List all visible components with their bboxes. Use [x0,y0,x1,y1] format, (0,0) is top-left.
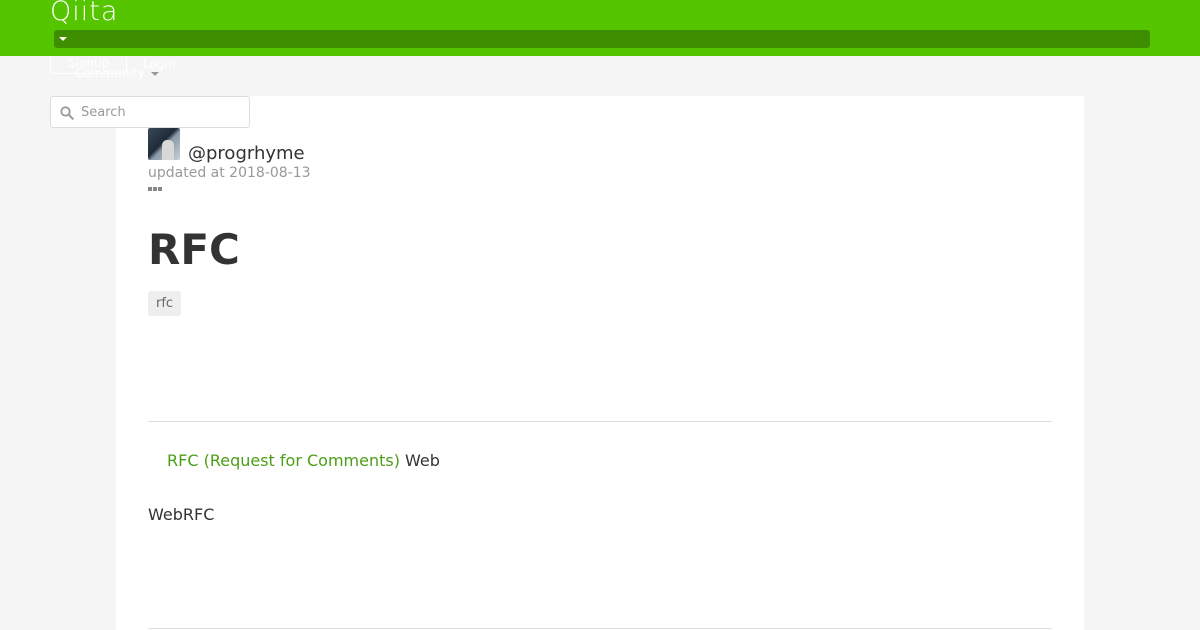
body-text: Web [399,451,440,470]
search-input[interactable] [81,97,246,127]
avatar-figure [162,140,174,160]
tag-rfc[interactable]: rfc [148,291,182,316]
more-icon[interactable] [148,187,164,193]
author-name-link[interactable]: @progrhyme [188,143,305,165]
site-header: Qiita [0,0,1200,56]
login-link[interactable]: Login [143,57,175,71]
community-menu[interactable]: Community [75,66,144,80]
caret-down-icon[interactable] [59,37,67,41]
divider [148,628,1052,629]
nav-bar[interactable] [54,30,1150,48]
search-icon [60,106,74,120]
qiita-logo[interactable]: Qiita [50,0,118,28]
body-paragraph: RFC (Request for Comments) Web [167,451,440,471]
community-caret-icon[interactable] [151,72,159,76]
article-card: @progrhyme updated at 2018-08-13 RFC rfc… [116,96,1084,630]
rfc-link[interactable]: RFC (Request for Comments) [167,451,400,470]
updated-at: updated at 2018-08-13 [148,165,311,181]
body-paragraph-2: WebRFC [148,505,215,524]
author-avatar[interactable] [148,128,180,160]
article-title: RFC [148,225,240,274]
divider [148,421,1052,422]
search-box[interactable] [50,96,250,128]
